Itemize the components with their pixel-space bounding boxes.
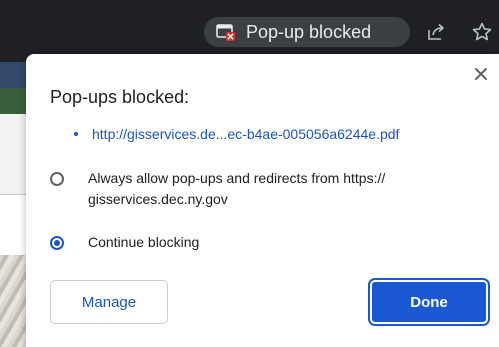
- manage-button[interactable]: Manage: [50, 280, 168, 324]
- close-icon[interactable]: [471, 64, 491, 84]
- popup-blocked-chip[interactable]: Pop-up blocked: [204, 17, 410, 47]
- share-icon[interactable]: [425, 21, 447, 43]
- browser-window: Pop-up blocked Pop-ups blocked: http://g…: [0, 0, 499, 347]
- popups-blocked-dialog: Pop-ups blocked: http://gisservices.de..…: [26, 54, 499, 347]
- list-bullet: [74, 132, 78, 136]
- background-page-divider: [0, 194, 26, 237]
- browser-toolbar: Pop-up blocked: [0, 0, 499, 62]
- radio-continue-blocking[interactable]: Continue blocking: [50, 234, 199, 253]
- popup-blocked-icon: [216, 23, 236, 41]
- star-icon[interactable]: [471, 21, 493, 43]
- radio-button-unchecked[interactable]: [50, 172, 64, 186]
- radio-always-allow[interactable]: Always allow pop-ups and redirects from …: [50, 170, 470, 210]
- done-button[interactable]: Done: [370, 280, 488, 324]
- blocked-popup-link[interactable]: http://gisservices.de...ec-b4ae-005056a6…: [92, 126, 399, 142]
- dialog-title: Pop-ups blocked:: [50, 87, 190, 107]
- background-page-header: [0, 62, 26, 88]
- background-page-nav: [0, 88, 26, 114]
- background-page-content: [0, 114, 26, 194]
- radio-continue-blocking-label: Continue blocking: [88, 234, 200, 250]
- radio-always-allow-label: Always allow pop-ups and redirects from …: [88, 170, 386, 207]
- background-page-map: [0, 255, 26, 347]
- popup-blocked-label: Pop-up blocked: [246, 21, 372, 42]
- radio-button-checked[interactable]: [50, 236, 64, 250]
